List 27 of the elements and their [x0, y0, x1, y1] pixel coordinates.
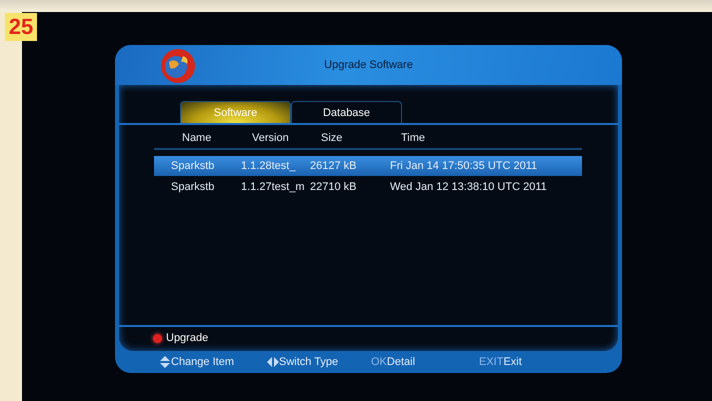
action-label: Upgrade — [166, 332, 208, 344]
page-number: 25 — [5, 13, 37, 41]
file-row[interactable]: Sparkstb 1.1.27test_m 22710 kB Wed Jan 12 13:38:10 UTC 2011 — [154, 177, 582, 197]
column-header: Size — [320, 132, 344, 144]
column-header: Name — [181, 132, 212, 144]
key-label: EXIT — [479, 356, 504, 368]
table-cell-text: Wed Jan 12 13:38:10 UTC 2011 — [390, 181, 548, 193]
hint-label: Switch Type — [279, 356, 338, 368]
column-header: Time — [400, 132, 426, 144]
table-cell-text: Sparkstb — [171, 160, 216, 172]
file-row[interactable]: Sparkstb 1.1.28test_ 26127 kB Fri Jan 14 17:50:35 UTC 2011 — [154, 156, 582, 176]
hint-label: Exit — [503, 356, 522, 368]
table-cell-text: 1.1.28test_ — [241, 160, 297, 172]
key-label: OK — [371, 356, 387, 368]
column-header: Version — [251, 132, 290, 144]
table-cell-text: 22710 kB — [310, 181, 358, 193]
left-right-arrows-icon — [267, 356, 279, 368]
table-cell-text: Fri Jan 14 17:50:35 UTC 2011 — [390, 160, 538, 172]
window-title: Upgrade Software — [324, 59, 413, 71]
hint-label: Change Item — [171, 356, 234, 368]
globe-logo-icon — [159, 48, 197, 84]
hint-label: Detail — [386, 356, 416, 368]
tab[interactable]: Database — [291, 101, 402, 123]
up-down-arrows-icon — [159, 356, 171, 368]
table-cell-text: Sparkstb — [171, 181, 216, 193]
table-cell-text: 26127 kB — [310, 160, 358, 172]
table-cell-text: 1.1.27test_m — [241, 181, 306, 193]
